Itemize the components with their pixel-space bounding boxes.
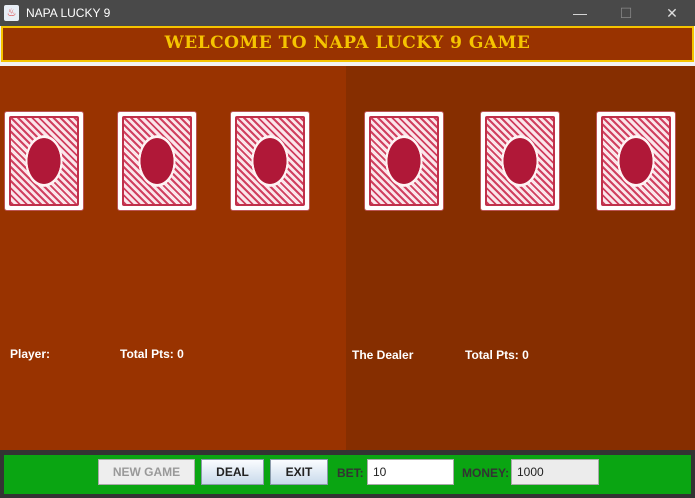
dealer-card-1: [364, 111, 444, 211]
welcome-banner: WELCOME TO NAPA LUCKY 9 GAME: [1, 26, 694, 62]
new-game-button[interactable]: NEW GAME: [98, 459, 195, 485]
title-bar: ♨ NAPA LUCKY 9 — ☐ ✕: [0, 0, 695, 26]
player-label: Player:: [10, 347, 51, 361]
player-card-2: [117, 111, 197, 211]
window-title: NAPA LUCKY 9: [26, 6, 111, 20]
bet-label: BET:: [337, 466, 364, 480]
bet-input[interactable]: 10: [367, 459, 454, 485]
close-button[interactable]: ✕: [649, 0, 695, 26]
banner-text: WELCOME TO NAPA LUCKY 9 GAME: [164, 33, 531, 53]
player-panel: Player: Total Pts: 0: [0, 66, 346, 450]
maximize-button[interactable]: ☐: [603, 0, 649, 26]
dealer-card-3: [596, 111, 676, 211]
player-total-points: Total Pts: 0: [120, 347, 184, 361]
money-field: 1000: [511, 459, 599, 485]
control-bar: NEW GAME DEAL EXIT BET: 10 MONEY: 1000: [0, 450, 695, 498]
dealer-total-points: Total Pts: 0: [465, 348, 529, 362]
player-card-1: [4, 111, 84, 211]
minimize-button[interactable]: —: [557, 0, 603, 26]
deal-button[interactable]: DEAL: [201, 459, 264, 485]
dealer-card-2: [480, 111, 560, 211]
dealer-panel: The Dealer Total Pts: 0: [346, 66, 695, 450]
player-card-3: [230, 111, 310, 211]
money-label: MONEY:: [462, 466, 510, 480]
exit-button[interactable]: EXIT: [270, 459, 328, 485]
dealer-label: The Dealer: [352, 348, 414, 362]
java-app-icon: ♨: [4, 5, 19, 21]
